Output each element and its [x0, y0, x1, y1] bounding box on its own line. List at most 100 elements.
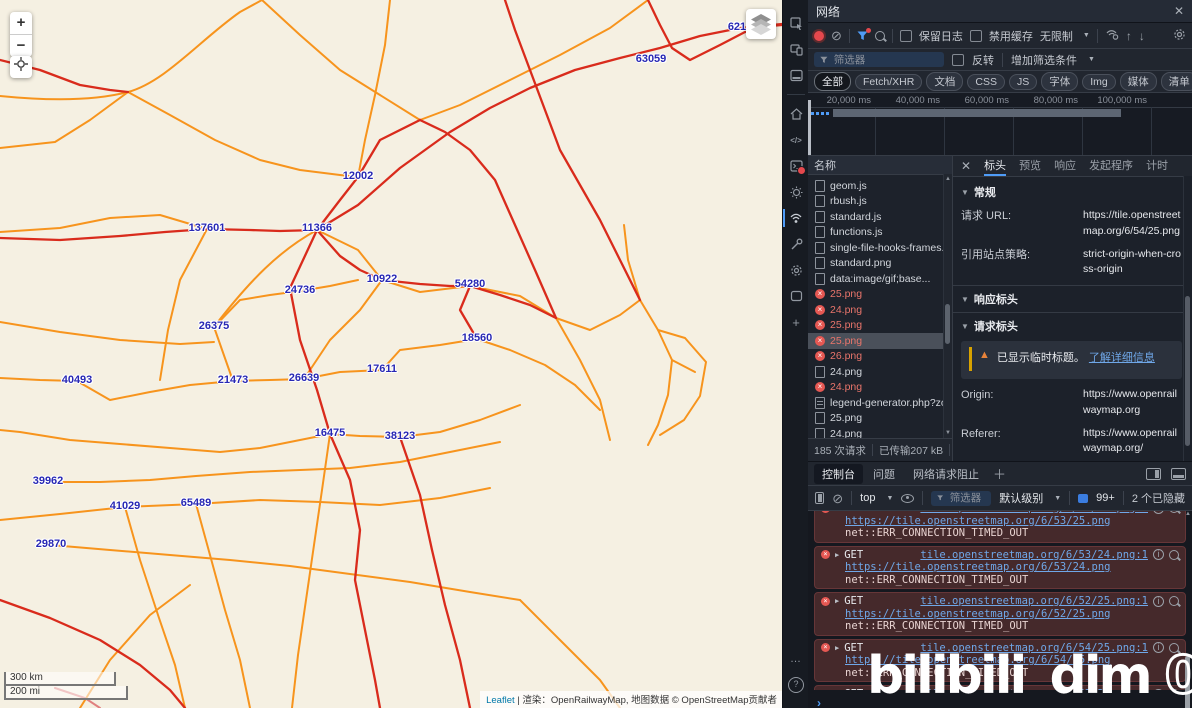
network-filter-input[interactable] [831, 52, 938, 67]
expand-triangle-icon[interactable]: ▶ [835, 549, 839, 562]
zoom-in-button[interactable]: + [10, 12, 32, 35]
request-row[interactable]: legend-generator.php?zoo... [808, 395, 952, 411]
requests-column-header[interactable]: 名称 [808, 156, 952, 175]
overview-scroll-strip[interactable] [808, 100, 811, 155]
help-icon[interactable]: ? [783, 672, 809, 698]
source-location-link[interactable]: tile.openstreetmap.org/6/53/24.png:1 [920, 549, 1148, 562]
import-har-button[interactable]: ↑ [1126, 29, 1132, 43]
add-tools-icon[interactable]: + [783, 309, 809, 335]
filter-chip-Img[interactable]: Img [1082, 73, 1116, 90]
expand-triangle-icon[interactable]: ▶ [835, 595, 839, 608]
request-row[interactable]: single-file-hooks-frames.js [808, 240, 952, 256]
search-similar-icon[interactable] [1169, 549, 1179, 560]
request-url-link[interactable]: https://tile.openstreetmap.org/6/53/25.p… [845, 515, 1111, 527]
response-headers-section-header[interactable]: ▼ 响应标头 [961, 288, 1182, 310]
clear-console-button[interactable]: ⊘ [832, 492, 843, 505]
scrollbar-thumb[interactable] [1185, 296, 1190, 446]
request-url-link[interactable]: https://tile.openstreetmap.org/6/53/24.p… [845, 561, 1111, 573]
request-headers-section-header[interactable]: ▼ 请求标头 [961, 315, 1182, 337]
network-icon[interactable] [783, 205, 809, 231]
dock-panel-icon[interactable] [783, 62, 809, 88]
request-row[interactable]: geom.js [808, 178, 952, 194]
map-canvas[interactable]: 621 63059 12002 137601 11366 10922 54280 24736 2… [0, 0, 782, 708]
filter-chip-文档[interactable]: 文档 [926, 72, 964, 91]
live-expression-icon[interactable] [901, 493, 915, 503]
zoom-out-button[interactable]: − [10, 35, 32, 57]
scroll-up-arrow[interactable]: ▲ [944, 176, 952, 182]
filter-chip-字体[interactable]: 字体 [1041, 72, 1079, 91]
requests-scrollbar[interactable]: ▲ ▼ [943, 174, 952, 438]
invert-filter-checkbox[interactable] [952, 53, 964, 66]
filter-chip-CSS[interactable]: CSS [967, 73, 1005, 90]
request-row[interactable]: functions.js [808, 225, 952, 241]
locate-button[interactable] [10, 56, 32, 78]
dock-bottom-icon[interactable] [1171, 467, 1186, 480]
console-filter-input[interactable] [947, 491, 986, 505]
search-similar-icon[interactable] [1169, 596, 1179, 607]
elements-icon[interactable]: </> [783, 127, 809, 153]
filter-toggle-button[interactable] [857, 27, 871, 41]
execution-context-select[interactable]: top [860, 492, 875, 504]
details-tab-5[interactable]: 计时 [1146, 156, 1168, 176]
request-row[interactable]: rbush.js [808, 194, 952, 210]
request-row[interactable]: standard.png [808, 256, 952, 272]
issues-count[interactable]: 99+ [1096, 492, 1115, 504]
scroll-up-arrow[interactable]: ▲ [1184, 511, 1192, 517]
throttling-select[interactable]: 无限制 [1040, 28, 1073, 44]
leaflet-link[interactable]: Leaflet [486, 695, 515, 706]
panel-layout-icon[interactable] [783, 283, 809, 309]
general-section-header[interactable]: ▼ 常规 [961, 181, 1182, 203]
request-row[interactable]: × 25.png [808, 318, 952, 334]
details-tab-3[interactable]: 响应 [1054, 156, 1076, 176]
dock-right-icon[interactable] [1146, 467, 1161, 480]
search-similar-icon[interactable] [1169, 511, 1179, 514]
issues-icon[interactable] [1078, 493, 1089, 503]
info-icon[interactable]: i [1153, 511, 1164, 514]
drawer-tab-2[interactable]: 问题 [865, 464, 903, 484]
log-level-select[interactable]: 默认级别 [999, 490, 1043, 506]
drawer-tab-3[interactable]: 网络请求阻止 [905, 464, 987, 484]
disable-cache-checkbox[interactable] [969, 29, 982, 42]
request-row[interactable]: × 26.png [808, 349, 952, 365]
close-devtools-button[interactable]: ✕ [1174, 4, 1184, 18]
details-scrollbar[interactable] [1183, 176, 1192, 461]
search-network-button[interactable] [874, 30, 885, 41]
request-row[interactable]: standard.js [808, 209, 952, 225]
details-tab-2[interactable]: 预览 [1019, 156, 1041, 176]
info-icon[interactable]: i [1153, 549, 1164, 561]
request-row[interactable]: 24.png [808, 426, 952, 438]
details-tab-4[interactable]: 发起程序 [1089, 156, 1133, 176]
export-har-button[interactable]: ↓ [1139, 29, 1145, 43]
performance-icon[interactable] [783, 179, 809, 205]
expand-triangle-icon[interactable]: ▶ [835, 642, 839, 655]
network-conditions-button[interactable] [1105, 28, 1119, 43]
details-tab-1[interactable]: 标头 [984, 156, 1007, 176]
settings-gear-icon[interactable] [783, 257, 809, 283]
add-drawer-tab-button[interactable]: ＋ [993, 464, 1006, 483]
tools-icon[interactable] [783, 231, 809, 257]
info-icon[interactable]: i [1153, 595, 1164, 607]
clear-network-log-button[interactable]: ⊘ [831, 29, 842, 42]
request-row[interactable]: × 25.png [808, 287, 952, 303]
layers-button[interactable] [746, 9, 776, 39]
inspect-icon[interactable] [783, 10, 809, 36]
filter-chip-全部[interactable]: 全部 [814, 72, 851, 91]
device-emulation-icon[interactable] [783, 36, 809, 62]
filter-chip-JS[interactable]: JS [1008, 73, 1038, 90]
request-row[interactable]: × 25.png [808, 333, 952, 349]
request-url-link[interactable]: https://tile.openstreetmap.org/6/52/25.p… [845, 608, 1111, 620]
network-overview-timeline[interactable]: 20,000 ms 40,000 ms 60,000 ms 80,000 ms 100,… [808, 93, 1192, 156]
scroll-down-arrow[interactable]: ▼ [944, 430, 952, 436]
scrollbar-thumb[interactable] [945, 304, 950, 344]
filter-chip-Fetch/XHR[interactable]: Fetch/XHR [855, 73, 923, 90]
console-sidebar-toggle[interactable] [815, 492, 825, 504]
learn-more-link[interactable]: 了解详细信息 [1089, 352, 1155, 364]
more-filters-dropdown[interactable]: 增加筛选条件 [1011, 52, 1077, 68]
request-row[interactable]: × 24.png [808, 302, 952, 318]
hidden-messages-label[interactable]: 2 个已隐藏 [1132, 490, 1185, 506]
filter-chip-清单[interactable]: 清单 [1160, 72, 1192, 91]
request-row[interactable]: 25.png [808, 411, 952, 427]
drawer-tab-1[interactable]: 控制台 [814, 463, 863, 484]
close-details-button[interactable]: ✕ [961, 159, 971, 173]
record-network-log-button[interactable] [814, 30, 824, 41]
